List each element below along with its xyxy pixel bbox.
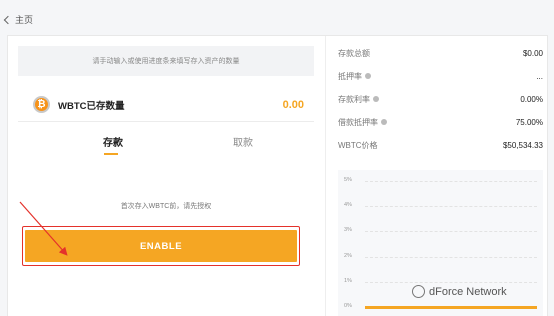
watermark: dForce Network	[412, 285, 507, 298]
y-tick-label: 2%	[344, 252, 352, 259]
bitcoin-icon: ₿	[33, 96, 50, 113]
stat-total-deposit: 存款总额 $0.00	[338, 46, 543, 60]
stat-label: 存款利率	[338, 94, 370, 104]
gridline	[365, 181, 537, 182]
stat-collateral-ratio: 抵押率 ...	[338, 69, 543, 83]
stat-label: 抵押率	[338, 71, 362, 81]
deposit-panel: 请手动输入或使用进度条来填写存入资产的数量 ₿ WBTC已存数量 0.00 存款…	[8, 36, 326, 316]
asset-value: 0.00	[282, 98, 304, 111]
amount-hint: 请手动输入或使用进度条来填写存入资产的数量	[92, 58, 240, 65]
stat-value: $50,534.33	[502, 140, 543, 150]
stat-borrow-collateral-ratio: 借款抵押率 75.00%	[338, 115, 543, 129]
market-card: 请手动输入或使用进度条来填写存入资产的数量 ₿ WBTC已存数量 0.00 存款…	[7, 35, 548, 316]
amount-input[interactable]: 请手动输入或使用进度条来填写存入资产的数量	[18, 46, 314, 76]
asset-label: WBTC已存数量	[58, 100, 125, 112]
gridline	[365, 281, 537, 283]
y-tick-label: 5%	[344, 177, 352, 183]
gridline	[365, 256, 537, 258]
wechat-icon	[412, 285, 425, 298]
stat-value: $0.00	[522, 48, 543, 58]
tab-deposit[interactable]: 存款	[103, 134, 123, 149]
stat-label: 存款总额	[338, 48, 370, 58]
y-tick-label: 0%	[344, 303, 352, 309]
back-label: 主页	[15, 15, 34, 25]
rate-series-bar	[365, 306, 537, 309]
stat-value: ...	[536, 71, 543, 81]
market-stats-panel: 存款总额 $0.00 抵押率 ... 存款利率 0.00% 借款抵押率 75.0…	[328, 36, 547, 316]
tab-withdraw[interactable]: 取款	[233, 134, 253, 149]
asset-balance-row: ₿ WBTC已存数量 0.00	[18, 88, 314, 122]
chevron-left-icon	[3, 15, 13, 24]
authorization-note: 首次存入WBTC前，请先授权	[120, 203, 212, 210]
info-icon[interactable]	[365, 73, 371, 79]
stat-label: WBTC价格	[338, 140, 378, 150]
stat-value: 0.00%	[520, 94, 543, 104]
y-tick-label: 3%	[344, 227, 352, 234]
deposit-withdraw-tabs: 存款 取款	[18, 128, 314, 158]
stat-wbtc-price: WBTC价格 $50,534.33	[338, 138, 543, 152]
back-link[interactable]: 主页	[3, 13, 34, 26]
enable-button[interactable]: ENABLE	[25, 230, 297, 262]
gridline	[365, 231, 537, 233]
gridline	[365, 206, 537, 208]
y-tick-label: 4%	[344, 202, 352, 209]
watermark-label: dForce Network	[429, 285, 507, 298]
stat-label: 借款抵押率	[338, 117, 378, 127]
active-tab-indicator	[104, 153, 118, 155]
stat-value: 75.00%	[515, 117, 543, 127]
info-icon[interactable]	[381, 119, 387, 125]
info-icon[interactable]	[373, 96, 379, 102]
stat-deposit-rate: 存款利率 0.00%	[338, 92, 543, 106]
y-tick-label: 1%	[344, 277, 352, 284]
